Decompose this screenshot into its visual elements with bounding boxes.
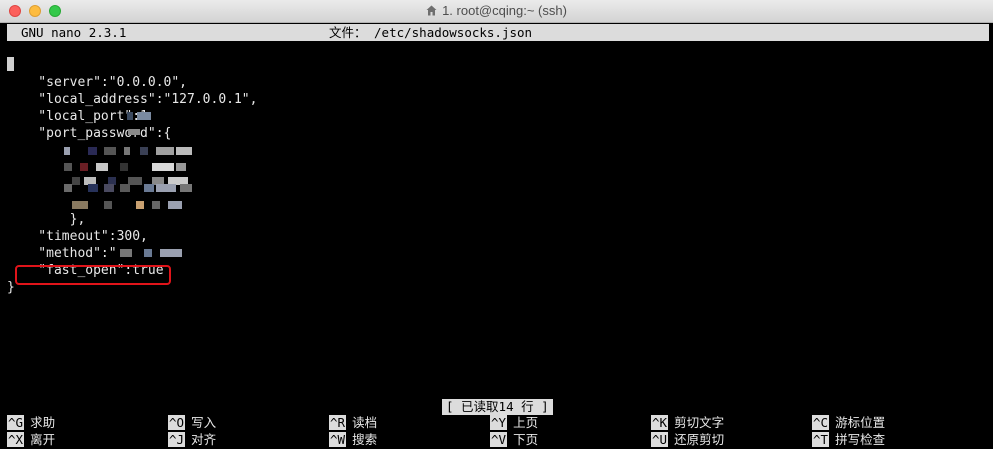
shortcut-help[interactable]: ^G 求助	[7, 415, 55, 431]
code-line-3: "local_address":"127.0.0.1",	[7, 92, 258, 108]
shortcut-key: ^X	[7, 432, 25, 447]
shortcut-cut-text[interactable]: ^K 剪切文字	[651, 415, 724, 431]
shortcut-key: ^J	[168, 432, 186, 447]
shortcut-label: 还原剪切	[674, 432, 725, 447]
shortcut-label: 求助	[30, 415, 56, 430]
shortcut-key: ^U	[651, 432, 669, 447]
shortcut-label: 下页	[513, 432, 539, 447]
shortcut-next-page[interactable]: ^V 下页	[490, 432, 538, 448]
shortcut-key: ^Y	[490, 415, 508, 430]
nano-file-name: 文件： /etc/shadowsocks.json	[329, 25, 533, 40]
shortcut-key: ^W	[329, 432, 347, 447]
shortcut-uncut-text[interactable]: ^U 还原剪切	[651, 432, 724, 448]
shortcut-where-is[interactable]: ^W 搜索	[329, 432, 377, 448]
code-line-10: },	[7, 211, 86, 227]
shortcut-label: 离开	[30, 432, 56, 447]
terminal-area[interactable]: GNU nano 2.3.1 文件： /etc/shadowsocks.json…	[0, 23, 993, 449]
code-line-11: "timeout":300,	[7, 228, 148, 244]
shortcut-key: ^T	[812, 432, 830, 447]
shortcut-label: 读档	[352, 415, 378, 430]
window-title-container: 1. root@cqing:~ (ssh)	[0, 3, 993, 19]
shortcut-key: ^R	[329, 415, 347, 430]
shortcut-spell-check[interactable]: ^T 拼写检查	[812, 432, 885, 448]
shortcut-key: ^V	[490, 432, 508, 447]
window-titlebar: 1. root@cqing:~ (ssh)	[0, 0, 993, 23]
code-line-12: "method":"	[7, 246, 117, 262]
shortcut-key: ^K	[651, 415, 669, 430]
shortcut-write-out[interactable]: ^O 写入	[168, 415, 216, 431]
shortcut-label: 搜索	[352, 432, 378, 447]
shortcut-label: 游标位置	[835, 415, 886, 430]
window-title: 1. root@cqing:~ (ssh)	[442, 3, 567, 18]
shortcut-read-file[interactable]: ^R 读档	[329, 415, 377, 431]
code-line-1	[7, 57, 257, 74]
status-message: [ 已读取14 行 ]	[442, 399, 553, 415]
highlight-box	[15, 265, 171, 285]
text-cursor	[7, 57, 14, 71]
nano-title-bar: GNU nano 2.3.1 文件： /etc/shadowsocks.json	[7, 24, 989, 41]
shortcut-justify[interactable]: ^J 对齐	[168, 432, 216, 448]
shortcut-prev-page[interactable]: ^Y 上页	[490, 415, 538, 431]
shortcut-label: 剪切文字	[674, 415, 725, 430]
home-icon	[426, 5, 437, 16]
shortcut-exit[interactable]: ^X 离开	[7, 432, 55, 448]
shortcut-label: 对齐	[191, 432, 217, 447]
shortcut-label: 上页	[513, 415, 539, 430]
shortcut-cursor-position[interactable]: ^C 游标位置	[812, 415, 885, 431]
shortcut-label: 写入	[191, 415, 217, 430]
shortcut-key: ^C	[812, 415, 830, 430]
code-line-2: "server":"0.0.0.0",	[7, 75, 188, 91]
shortcut-key: ^O	[168, 415, 186, 430]
shortcut-key: ^G	[7, 415, 25, 430]
shortcut-label: 拼写检查	[835, 432, 886, 447]
nano-version: GNU nano 2.3.1	[21, 25, 127, 40]
